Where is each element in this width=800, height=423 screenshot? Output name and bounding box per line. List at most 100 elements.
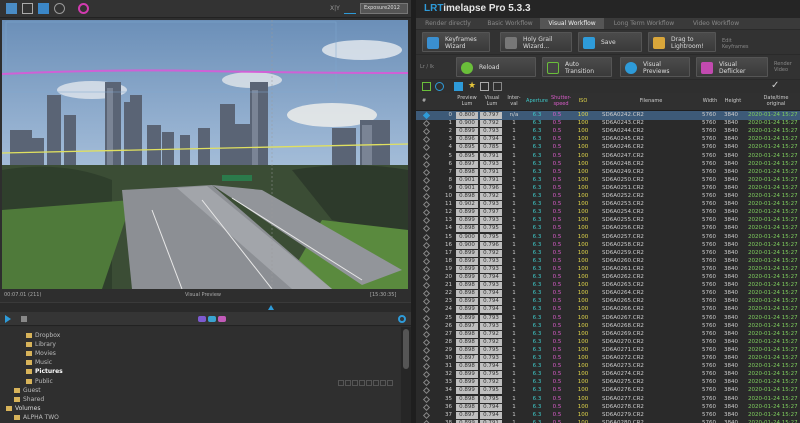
col-datetime[interactable]: Date/time original (756, 95, 796, 107)
auto-transition-button[interactable]: Auto Transition (542, 57, 612, 77)
col-width[interactable]: Width (702, 98, 718, 104)
col-interval[interactable]: Inter- val (504, 95, 524, 107)
folder-tree-item[interactable]: Public (26, 377, 53, 386)
folder-tree-item[interactable]: Library (26, 340, 56, 349)
keyframe-diamond-icon[interactable] (422, 346, 431, 354)
save-button[interactable]: Save (578, 32, 642, 52)
keyframe-diamond-icon[interactable] (422, 379, 431, 387)
folder-tree-item[interactable]: Music (26, 358, 52, 367)
keyframe-diamond-icon[interactable] (422, 330, 431, 338)
thumbnail-size-selector[interactable] (338, 371, 394, 390)
keyframe-diamond-icon[interactable] (422, 306, 431, 314)
keyframe-diamond-icon[interactable] (422, 403, 431, 411)
keyframe-diamond-icon[interactable] (422, 111, 431, 120)
table-row[interactable]: 38 0.899 0.791 1 6.3 0.5 100 SD6A0280.CR2 5760 38… (416, 419, 800, 423)
stop-icon[interactable] (21, 316, 27, 322)
tab-render-directly[interactable]: Render directly (416, 18, 480, 29)
folder-tree-item[interactable]: Dropbox (26, 331, 60, 340)
keyframe-diamond-icon[interactable] (422, 265, 431, 273)
tab-long-term-workflow[interactable]: Long Term Workflow (604, 18, 684, 29)
keyframe-diamond-icon[interactable] (422, 257, 431, 265)
preview-timeline[interactable] (0, 302, 411, 312)
keyframe-diamond-icon[interactable] (422, 282, 431, 290)
visual-previews-button[interactable]: Visual Previews (620, 57, 690, 77)
add-keyframe-icon[interactable] (454, 82, 463, 91)
tab-visual-workflow[interactable]: Visual Workflow (540, 18, 604, 29)
keyframe-diamond-icon[interactable] (422, 225, 431, 233)
render-video-label[interactable]: Render Video (774, 61, 792, 73)
keyframe-diamond-icon[interactable] (422, 314, 431, 322)
edit-keyframes-label[interactable]: Edit Keyframes (722, 38, 749, 50)
tab-basic-workflow[interactable]: Basic Workflow (480, 18, 540, 29)
keyframe-diamond-icon[interactable] (422, 184, 431, 192)
visual-deflicker-button[interactable]: Visual Deflicker (696, 57, 768, 77)
folder-tree-item[interactable]: Shared (14, 395, 44, 404)
keyframe-diamond-icon[interactable] (422, 241, 431, 249)
col-height[interactable]: Height (724, 98, 742, 104)
keyframe-diamond-icon[interactable] (422, 354, 431, 363)
folder-tree-item[interactable]: Guest (14, 386, 41, 395)
folder-tree-scrollbar[interactable] (401, 327, 411, 423)
brush-icon[interactable] (480, 82, 489, 91)
col-num[interactable]: # (422, 98, 426, 104)
prev-keyframe-icon[interactable] (198, 316, 206, 322)
col-preview-lum[interactable]: Preview Lum (454, 95, 480, 107)
holy-grail-wizard-button[interactable]: Holy Grail Wizard... (500, 32, 572, 52)
col-aperture[interactable]: Aperture (524, 98, 550, 104)
next-keyframe-icon[interactable] (218, 316, 226, 322)
folder-tree-item[interactable]: Volumes (6, 404, 40, 413)
grid-view-icon[interactable] (6, 3, 17, 14)
keyframe-diamond-icon[interactable] (422, 249, 431, 257)
col-iso[interactable]: ISO (576, 98, 590, 104)
play-icon[interactable] (5, 315, 11, 323)
keyframe-diamond-icon[interactable] (422, 128, 431, 136)
keyframe-diamond-icon[interactable] (422, 363, 431, 371)
folder-tree-item[interactable]: Movies (26, 349, 56, 358)
keyframe-icon[interactable] (208, 316, 216, 322)
color-picker-icon[interactable] (78, 3, 89, 14)
keyframe-diamond-icon[interactable] (422, 136, 431, 144)
grid-icon[interactable] (422, 82, 431, 91)
drag-to-lightroom-button[interactable]: Drag to Lightroom! (648, 32, 716, 52)
keyframe-diamond-icon[interactable] (422, 395, 431, 403)
star-icon[interactable]: ★ (468, 81, 476, 91)
curve-icon[interactable] (344, 3, 356, 14)
col-shutter[interactable]: Shutter- speed (548, 95, 574, 107)
keyframe-diamond-icon[interactable] (422, 144, 431, 152)
keyframe-diamond-icon[interactable] (422, 192, 431, 201)
reload-button[interactable]: Reload (456, 57, 536, 77)
timeline-marker-icon[interactable] (268, 305, 274, 310)
keyframe-diamond-icon[interactable] (422, 290, 431, 298)
keyframe-diamond-icon[interactable] (422, 201, 431, 209)
tab-video-workflow[interactable]: Video Workflow (684, 18, 748, 29)
keyframes-wizard-button[interactable]: Keyframes Wizard (422, 32, 490, 52)
col-filename[interactable]: Filename (626, 98, 676, 104)
checkmark-icon[interactable]: ✓ (771, 80, 779, 92)
sync-icon[interactable] (435, 82, 444, 91)
keyframe-diamond-icon[interactable] (422, 168, 431, 176)
keyframe-diamond-icon[interactable] (422, 273, 431, 282)
keyframe-diamond-icon[interactable] (422, 411, 431, 419)
folder-tree-item[interactable]: Pictures (26, 367, 63, 376)
col-visual-lum[interactable]: Visual Lum (479, 95, 505, 107)
folder-tree-item[interactable]: ALPHA TWO (14, 413, 59, 422)
keyframe-parameter-select[interactable]: Exposure2012 (360, 3, 408, 14)
wand-icon[interactable] (493, 82, 502, 91)
image-preview-icon[interactable] (38, 3, 49, 14)
refresh-icon[interactable] (398, 315, 406, 323)
keyframe-diamond-icon[interactable] (422, 338, 431, 346)
keyframe-diamond-icon[interactable] (422, 298, 431, 306)
keyframe-diamond-icon[interactable] (422, 233, 431, 241)
keyframe-diamond-icon[interactable] (422, 152, 431, 160)
keyframe-diamond-icon[interactable] (422, 371, 431, 379)
keyframe-diamond-icon[interactable] (422, 322, 431, 330)
keyframe-diamond-icon[interactable] (422, 217, 431, 225)
keyframe-diamond-icon[interactable] (422, 160, 431, 168)
keyframe-diamond-icon[interactable] (422, 387, 431, 395)
search-icon[interactable] (54, 3, 65, 14)
keyframe-diamond-icon[interactable] (422, 176, 431, 184)
keyframe-diamond-icon[interactable] (422, 120, 431, 128)
single-view-icon[interactable] (22, 3, 33, 14)
keyframe-diamond-icon[interactable] (422, 209, 431, 217)
cell-pl: 0.899 (456, 387, 478, 395)
